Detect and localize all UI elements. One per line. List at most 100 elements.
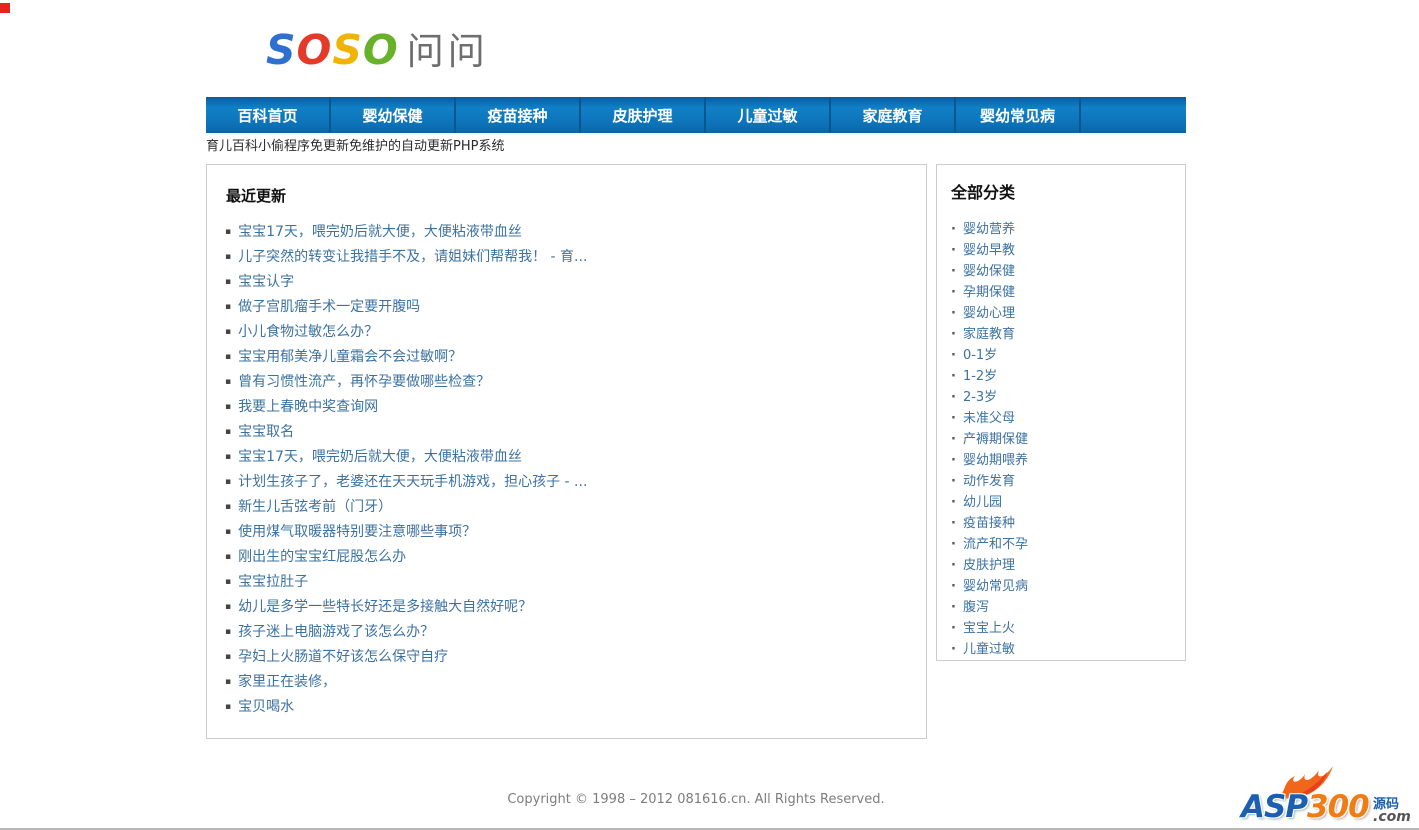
nav-tab-common-diseases[interactable]: 婴幼常见病	[956, 97, 1081, 133]
categories-title: 全部分类	[951, 183, 1016, 202]
list-item: 新生儿舌弦考前（门牙）	[225, 495, 908, 520]
question-link[interactable]: 宝宝取名	[238, 424, 294, 440]
question-link[interactable]: 做子宫肌瘤手术一定要开腹吗	[238, 299, 420, 315]
list-item: 宝宝取名	[225, 420, 908, 445]
category-link[interactable]: 婴幼期喂养	[963, 453, 1028, 468]
list-item: 我要上春晚中奖查询网	[225, 395, 908, 420]
question-link[interactable]: 家里正在装修，	[238, 674, 336, 690]
list-item: 腹泻	[949, 597, 1173, 618]
category-link[interactable]: 皮肤护理	[963, 558, 1015, 573]
question-link[interactable]: 宝宝17天，喂完奶后就大便，大便粘液带血丝	[238, 224, 522, 240]
logo-letter: O	[296, 26, 333, 74]
category-link[interactable]: 未准父母	[963, 411, 1015, 426]
list-item: 宝宝上火	[949, 618, 1173, 639]
nav-tab-infant-care[interactable]: 婴幼保健	[331, 97, 456, 133]
category-link[interactable]: 腹泻	[963, 600, 989, 615]
asp300-watermark: ASP300 源码 .com	[1241, 764, 1417, 828]
question-link[interactable]: 宝宝认字	[238, 274, 294, 290]
list-item: 小儿食物过敏怎么办？	[225, 320, 908, 345]
list-item: 宝宝认字	[225, 270, 908, 295]
question-link[interactable]: 宝贝喝水	[238, 699, 294, 715]
category-link[interactable]: 流产和不孕	[963, 537, 1028, 552]
logo-letter: S	[266, 26, 297, 74]
list-item: 婴幼心理	[949, 303, 1173, 324]
recent-updates-panel: 最近更新 宝宝17天，喂完奶后就大便，大便粘液带血丝 儿子突然的转变让我措手不及…	[206, 164, 927, 739]
question-link[interactable]: 儿子突然的转变让我措手不及，请姐妹们帮帮我！ - 育...	[238, 249, 587, 265]
asp-label: ASP	[1241, 789, 1308, 825]
category-link[interactable]: 动作发育	[963, 474, 1015, 489]
question-link[interactable]: 我要上春晚中奖查询网	[238, 399, 378, 415]
question-link[interactable]: 计划生孩子了，老婆还在天天玩手机游戏，担心孩子 - ...	[238, 474, 587, 490]
list-item: 宝宝17天，喂完奶后就大便，大便粘液带血丝	[225, 445, 908, 470]
question-link[interactable]: 宝宝用郁美净儿童霜会不会过敏啊？	[238, 349, 462, 365]
logo-letter: S	[332, 26, 363, 74]
list-item: 曾有习惯性流产，再怀孕要做哪些检查？	[225, 370, 908, 395]
question-link[interactable]: 新生儿舌弦考前（门牙）	[238, 499, 392, 515]
logo-cn-text: 问问	[406, 30, 489, 73]
category-link[interactable]: 幼儿园	[963, 495, 1002, 510]
list-item: 做子宫肌瘤手术一定要开腹吗	[225, 295, 908, 320]
list-item: 家庭教育	[949, 324, 1173, 345]
list-item: 宝宝17天，喂完奶后就大便，大便粘液带血丝	[225, 220, 908, 245]
list-item: 婴幼保健	[949, 261, 1173, 282]
site-tagline: 育儿百科小偷程序免更新免维护的自动更新PHP系统	[206, 139, 505, 154]
logo-letter: O	[362, 26, 399, 74]
recent-updates-title: 最近更新	[226, 187, 287, 205]
category-link[interactable]: 0-1岁	[963, 348, 997, 363]
list-item: 婴幼早教	[949, 240, 1173, 261]
category-link[interactable]: 疫苗接种	[963, 516, 1015, 531]
category-link[interactable]: 产褥期保健	[963, 432, 1028, 447]
question-link[interactable]: 宝宝17天，喂完奶后就大便，大便粘液带血丝	[238, 449, 522, 465]
list-item: 2-3岁	[949, 387, 1173, 408]
category-link[interactable]: 婴幼保健	[963, 264, 1015, 279]
list-item: 家里正在装修，	[225, 670, 908, 695]
list-item: 疫苗接种	[949, 513, 1173, 534]
site-logo[interactable]: SOSO 问问	[266, 28, 489, 74]
category-link[interactable]: 孕期保健	[963, 285, 1015, 300]
category-link[interactable]: 1-2岁	[963, 369, 997, 384]
num-label: 300	[1307, 789, 1370, 825]
list-item: 儿童过敏	[949, 639, 1173, 660]
nav-tab-family-education[interactable]: 家庭教育	[831, 97, 956, 133]
category-link[interactable]: 婴幼常见病	[963, 579, 1028, 594]
recent-updates-list: 宝宝17天，喂完奶后就大便，大便粘液带血丝 儿子突然的转变让我措手不及，请姐妹们…	[225, 220, 908, 720]
list-item: 流产和不孕	[949, 534, 1173, 555]
question-link[interactable]: 小儿食物过敏怎么办？	[238, 324, 378, 340]
question-link[interactable]: 孕妇上火肠道不好该怎么保守自疗	[238, 649, 448, 665]
question-link[interactable]: 幼儿是多学一些特长好还是多接触大自然好呢？	[238, 599, 532, 615]
list-item: 婴幼营养	[949, 219, 1173, 240]
nav-tab-home[interactable]: 百科首页	[206, 97, 331, 133]
list-item: 动作发育	[949, 471, 1173, 492]
dotcom-label: .com	[1373, 809, 1411, 825]
list-item: 宝贝喝水	[225, 695, 908, 720]
list-item: 宝宝用郁美净儿童霜会不会过敏啊？	[225, 345, 908, 370]
category-link[interactable]: 宝宝上火	[963, 621, 1015, 636]
list-item: 皮肤护理	[949, 555, 1173, 576]
list-item: 宝宝拉肚子	[225, 570, 908, 595]
question-link[interactable]: 刚出生的宝宝红屁股怎么办	[238, 549, 406, 565]
recording-marker	[0, 3, 10, 13]
category-link[interactable]: 家庭教育	[963, 327, 1015, 342]
category-link[interactable]: 婴幼营养	[963, 222, 1015, 237]
category-link[interactable]: 儿童过敏	[963, 642, 1015, 657]
question-link[interactable]: 宝宝拉肚子	[238, 574, 308, 590]
list-item: 婴幼常见病	[949, 576, 1173, 597]
category-link[interactable]: 2-3岁	[963, 390, 997, 405]
list-item: 1-2岁	[949, 366, 1173, 387]
list-item: 幼儿园	[949, 492, 1173, 513]
list-item: 产褥期保健	[949, 429, 1173, 450]
list-item: 儿子突然的转变让我措手不及，请姐妹们帮帮我！ - 育...	[225, 245, 908, 270]
category-link[interactable]: 婴幼早教	[963, 243, 1015, 258]
categories-panel: 全部分类 婴幼营养 婴幼早教 婴幼保健 孕期保健 婴幼心理 家庭教育 0-1岁 …	[936, 164, 1186, 661]
nav-tab-child-allergy[interactable]: 儿童过敏	[706, 97, 831, 133]
asp300-text: ASP300	[1241, 789, 1370, 825]
list-item: 孕期保健	[949, 282, 1173, 303]
list-item: 计划生孩子了，老婆还在天天玩手机游戏，担心孩子 - ...	[225, 470, 908, 495]
nav-tab-skin-care[interactable]: 皮肤护理	[581, 97, 706, 133]
question-link[interactable]: 使用煤气取暖器特别要注意哪些事项？	[238, 524, 476, 540]
category-link[interactable]: 婴幼心理	[963, 306, 1015, 321]
nav-tab-vaccination[interactable]: 疫苗接种	[456, 97, 581, 133]
question-link[interactable]: 曾有习惯性流产，再怀孕要做哪些检查？	[238, 374, 490, 390]
list-item: 幼儿是多学一些特长好还是多接触大自然好呢？	[225, 595, 908, 620]
question-link[interactable]: 孩子迷上电脑游戏了该怎么办？	[238, 624, 434, 640]
